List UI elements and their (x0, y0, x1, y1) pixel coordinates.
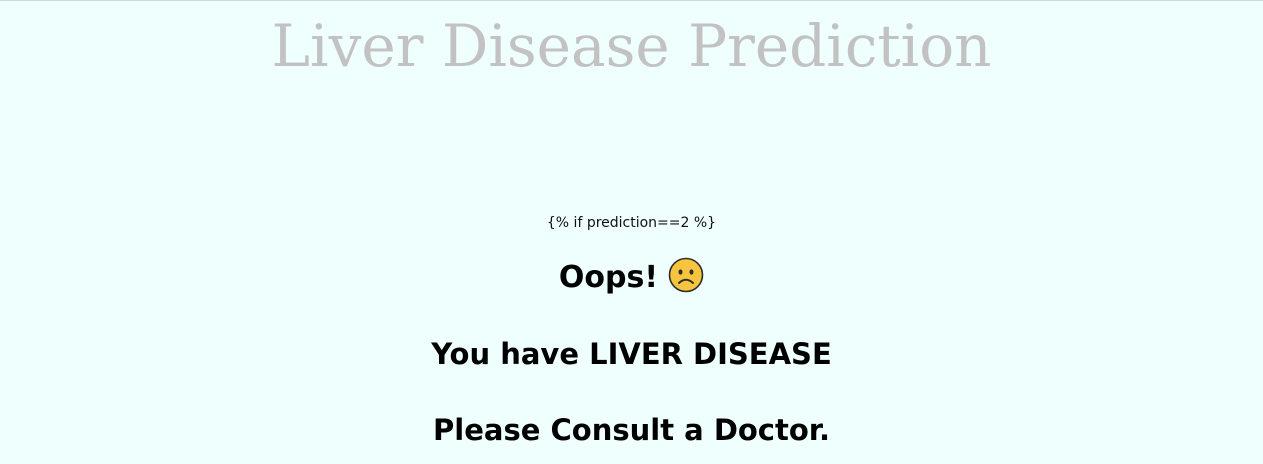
oops-heading: Oops! (0, 256, 1263, 300)
top-divider (0, 0, 1263, 1)
template-condition-text: {% if prediction==2 %} (546, 215, 717, 231)
sad-face-icon (668, 257, 704, 293)
advice-message: Please Consult a Doctor. (433, 413, 830, 447)
oops-text: Oops! (558, 260, 659, 295)
diagnosis-message: You have LIVER DISEASE (431, 337, 832, 371)
page-title: Liver Disease Prediction (271, 12, 992, 80)
